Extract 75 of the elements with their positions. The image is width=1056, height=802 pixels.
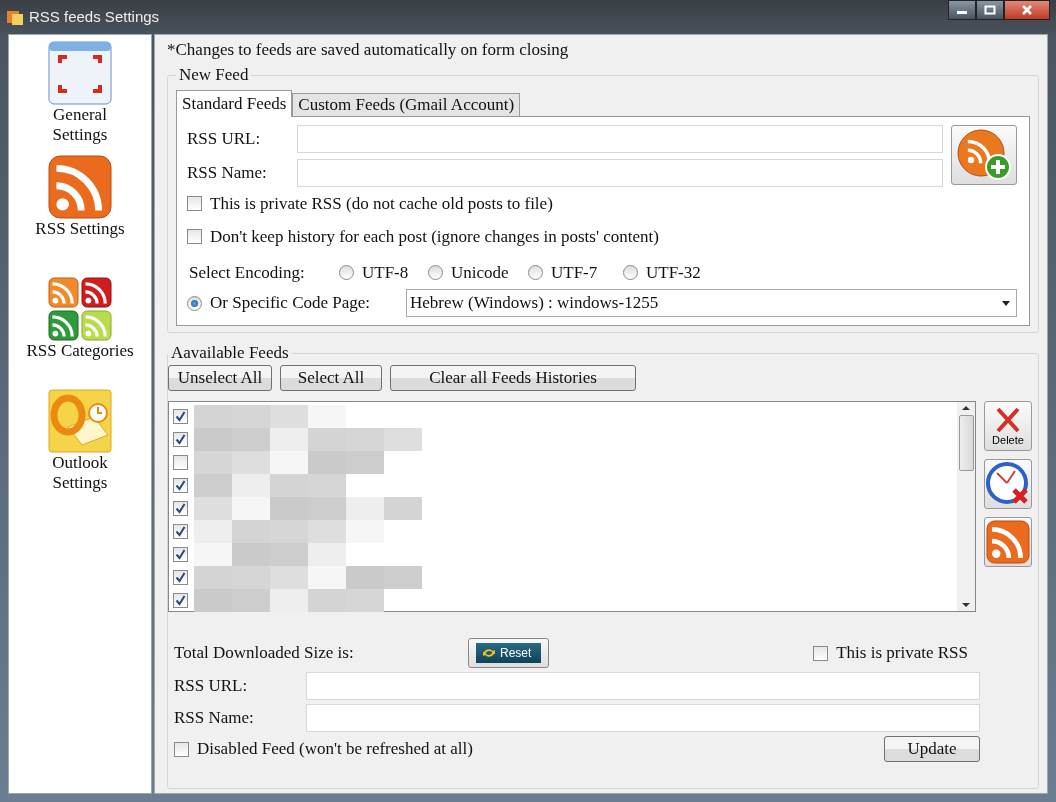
delete-button[interactable]: Delete [984,401,1032,451]
radio-label: UTF-8 [362,261,409,284]
sidebar-item[interactable]: RSS Categories [26,341,134,361]
maximize-button[interactable] [976,0,1004,20]
input-field[interactable] [306,672,980,700]
checkbox-label: This is private RSS [836,642,968,665]
refresh-icon [482,647,496,659]
option-label: Don't keep history for each post (ignore changes in posts' content) [210,226,659,248]
radio-button[interactable] [528,264,543,280]
window-title: RSS feeds Settings [29,6,160,27]
close-icon [994,406,1022,434]
rss-icon [48,155,112,219]
close-icon [1021,5,1033,15]
close-button[interactable] [1004,0,1050,20]
maximize-icon [984,5,996,15]
checkbox[interactable] [173,547,188,562]
mail-icon [48,389,112,453]
clear-history-button[interactable] [984,459,1032,509]
minimize-button[interactable] [948,0,976,20]
button[interactable]: Unselect All [168,365,272,391]
checkbox[interactable] [173,409,188,424]
clock-icon [986,462,1030,506]
input-field[interactable] [297,158,943,187]
button[interactable]: Select All [280,365,382,391]
checkbox[interactable] [173,432,188,447]
sidebar-item[interactable]: RSS Settings [35,219,125,239]
scroll-thumb[interactable] [958,415,974,471]
tab[interactable]: Standard Feeds [176,89,293,117]
rss-icons-drawing [48,277,112,341]
field-label: RSS URL: [187,127,262,150]
radio-button[interactable] [339,264,354,280]
update-button[interactable]: Update [884,736,980,762]
checkbox[interactable] [173,524,188,539]
window-icon [48,41,112,105]
sidebar-item[interactable]: General Settings [35,105,125,145]
checkbox[interactable] [813,645,829,661]
radio-button[interactable] [623,264,638,280]
checkbox[interactable] [173,593,188,608]
add-feed-button[interactable] [951,124,1017,185]
input-field[interactable] [306,704,980,732]
option-label: This is private RSS (do not cache old posts to file) [210,192,553,215]
button[interactable]: Clear all Feeds Histories [390,365,636,391]
radio-button[interactable] [428,264,443,280]
app-icon [6,8,24,26]
radio-button[interactable] [187,295,202,311]
checkbox[interactable] [173,501,188,516]
checkbox[interactable] [174,741,189,757]
checkbox[interactable] [187,229,202,245]
rss-add-icon [956,128,1012,181]
field-label: RSS URL: [174,675,249,698]
rss-button[interactable] [984,517,1032,567]
code-page-dropdown[interactable]: Hebrew (Windows) : windows-1255 [406,289,1017,317]
checkbox[interactable] [173,570,188,585]
notice-text: *Changes to feeds are saved automatically on form closing [167,39,570,61]
checkbox[interactable] [173,455,188,470]
encoding-label: Select Encoding: [189,261,306,284]
checkbox[interactable] [187,195,202,211]
radio-label: Unicode [451,261,509,284]
reset-button[interactable]: Reset [468,638,550,668]
checkbox[interactable] [173,478,188,493]
radio-label: UTF-7 [551,261,598,284]
field-label: RSS Name: [174,707,255,730]
checkbox-label: Disabled Feed (won't be refreshed at all) [197,738,473,761]
input-field[interactable] [297,124,943,153]
tab[interactable]: Custom Feeds (Gmail Account) [292,92,521,116]
field-label: RSS Name: [187,161,268,184]
radio-label: UTF-32 [646,261,701,284]
scroll-up-icon [961,405,971,411]
scroll-down-icon [961,602,971,608]
rss-icon [986,520,1030,564]
radio-label: Or Specific Code Page: [210,292,372,315]
dropdown-value: Hebrew (Windows) : windows-1255 [410,292,660,315]
size-label: Total Downloaded Size is: [174,642,355,665]
scrollbar[interactable] [957,402,975,611]
sidebar-item[interactable]: Outlook Settings [35,453,125,493]
